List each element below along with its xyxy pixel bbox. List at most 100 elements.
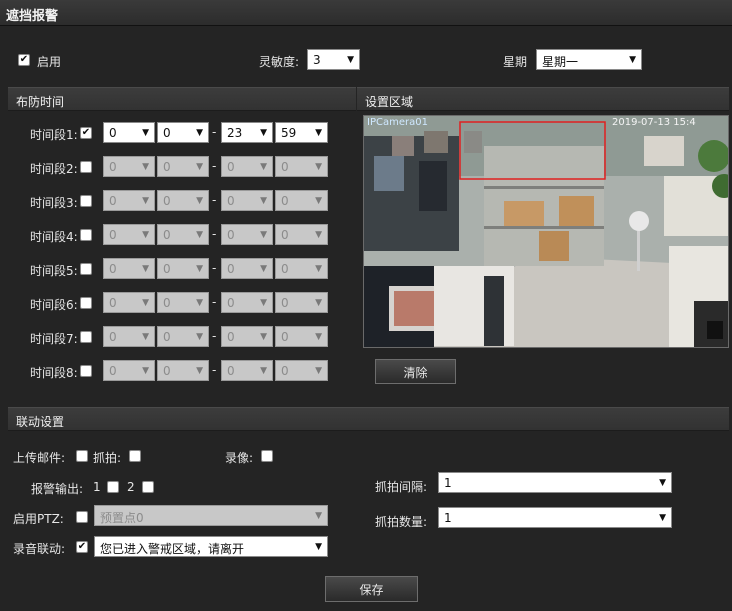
period-select-value: 0: [281, 228, 289, 242]
camera-timestamp-overlay: 2019-07-13 15:4: [612, 117, 696, 128]
period-start-hour-select[interactable]: 0 ▼: [103, 156, 155, 177]
enable-ptz-checkbox[interactable]: [76, 511, 88, 523]
period-start-minute-select[interactable]: 0 ▼: [157, 224, 209, 245]
period-start-minute-select[interactable]: 0 ▼: [157, 258, 209, 279]
period-end-hour-select[interactable]: 0 ▼: [221, 156, 273, 177]
chevron-down-icon: ▼: [260, 264, 267, 274]
period-select-value: 0: [227, 228, 235, 242]
period-start-hour-select[interactable]: 0 ▼: [103, 360, 155, 381]
chevron-down-icon: ▼: [659, 513, 666, 523]
period-start-hour-select[interactable]: 0 ▼: [103, 224, 155, 245]
period-label: 时间段5:: [30, 264, 78, 278]
period-start-minute-select[interactable]: 0 ▼: [157, 292, 209, 313]
period-end-hour-select[interactable]: 0 ▼: [221, 224, 273, 245]
schedule-section-title: 布防时间: [8, 87, 356, 111]
chevron-down-icon: ▼: [142, 196, 149, 206]
period-separator: -: [212, 363, 217, 377]
ptz-preset-select[interactable]: 预置点0 ▼: [94, 505, 328, 526]
chevron-down-icon: ▼: [629, 55, 636, 65]
period-checkbox[interactable]: [80, 229, 92, 241]
snap-interval-select[interactable]: 1 ▼: [438, 472, 672, 493]
chevron-down-icon: ▼: [142, 298, 149, 308]
alarm-output-1-checkbox[interactable]: [107, 481, 119, 493]
ptz-preset-value: 预置点0: [100, 511, 144, 525]
audio-message-select[interactable]: 您已进入警戒区域，请离开 ▼: [94, 536, 328, 557]
period-checkbox[interactable]: [80, 263, 92, 275]
record-label: 录像:: [225, 451, 254, 465]
period-label: 时间段7:: [30, 332, 78, 346]
snap-count-value: 1: [444, 511, 452, 525]
period-end-hour-select[interactable]: 0 ▼: [221, 326, 273, 347]
period-end-hour-select[interactable]: 0 ▼: [221, 190, 273, 211]
period-start-minute-select[interactable]: 0 ▼: [157, 326, 209, 347]
period-checkbox[interactable]: ✔: [80, 127, 92, 139]
chevron-down-icon: ▼: [260, 298, 267, 308]
weekday-select[interactable]: 星期一 ▼: [536, 49, 642, 70]
camera-preview[interactable]: IPCamera01 2019-07-13 15:4: [363, 115, 729, 348]
period-select-value: 0: [281, 194, 289, 208]
period-end-hour-select[interactable]: 0 ▼: [221, 292, 273, 313]
period-end-minute-select[interactable]: 0 ▼: [275, 326, 328, 347]
period-start-minute-select[interactable]: 0 ▼: [157, 190, 209, 211]
snapshot-checkbox[interactable]: [129, 450, 141, 462]
period-select-value: 0: [163, 228, 171, 242]
period-label: 时间段6:: [30, 298, 78, 312]
period-select-value: 0: [109, 228, 117, 242]
period-start-hour-select[interactable]: 0 ▼: [103, 122, 155, 143]
period-end-minute-select[interactable]: 0 ▼: [275, 156, 328, 177]
period-select-value: 0: [109, 160, 117, 174]
audio-linkage-checkbox[interactable]: ✔: [76, 541, 88, 553]
record-checkbox[interactable]: [261, 450, 273, 462]
snap-interval-value: 1: [444, 476, 452, 490]
chevron-down-icon: ▼: [260, 196, 267, 206]
save-button[interactable]: 保存: [325, 576, 418, 602]
region-section-title: 设置区域: [357, 87, 729, 111]
period-separator: -: [212, 125, 217, 139]
chevron-down-icon: ▼: [196, 230, 203, 240]
period-start-minute-select[interactable]: 0 ▼: [157, 156, 209, 177]
clear-button[interactable]: 清除: [375, 359, 456, 384]
chevron-down-icon: ▼: [142, 230, 149, 240]
period-end-hour-select[interactable]: 0 ▼: [221, 360, 273, 381]
chevron-down-icon: ▼: [315, 332, 322, 342]
chevron-down-icon: ▼: [315, 298, 322, 308]
period-separator: -: [212, 193, 217, 207]
period-start-hour-select[interactable]: 0 ▼: [103, 326, 155, 347]
period-select-value: 0: [281, 296, 289, 310]
snap-count-select[interactable]: 1 ▼: [438, 507, 672, 528]
period-start-minute-select[interactable]: 0 ▼: [157, 360, 209, 381]
period-start-hour-select[interactable]: 0 ▼: [103, 292, 155, 313]
period-end-minute-select[interactable]: 0 ▼: [275, 292, 328, 313]
alarm-output-2-label: 2: [127, 480, 135, 494]
period-select-value: 0: [281, 330, 289, 344]
alarm-output-2-checkbox[interactable]: [142, 481, 154, 493]
period-select-value: 0: [227, 364, 235, 378]
snap-interval-label: 抓拍间隔:: [375, 480, 428, 494]
period-end-minute-select[interactable]: 0 ▼: [275, 258, 328, 279]
chevron-down-icon: ▼: [196, 128, 203, 138]
period-end-minute-select[interactable]: 0 ▼: [275, 190, 328, 211]
period-select-value: 0: [109, 330, 117, 344]
period-checkbox[interactable]: [80, 297, 92, 309]
period-checkbox[interactable]: [80, 331, 92, 343]
enable-checkbox[interactable]: ✔: [18, 54, 30, 66]
period-end-minute-select[interactable]: 59 ▼: [275, 122, 328, 143]
period-checkbox[interactable]: [80, 161, 92, 173]
weekday-label: 星期: [503, 55, 528, 69]
upload-email-checkbox[interactable]: [76, 450, 88, 462]
period-end-hour-select[interactable]: 23 ▼: [221, 122, 273, 143]
chevron-down-icon: ▼: [196, 332, 203, 342]
period-checkbox[interactable]: [80, 365, 92, 377]
period-checkbox[interactable]: [80, 195, 92, 207]
sensitivity-select[interactable]: 3 ▼: [307, 49, 360, 70]
period-start-hour-select[interactable]: 0 ▼: [103, 258, 155, 279]
period-end-minute-select[interactable]: 0 ▼: [275, 360, 328, 381]
alarm-output-1-label: 1: [93, 480, 101, 494]
chevron-down-icon: ▼: [196, 298, 203, 308]
period-start-minute-select[interactable]: 0 ▼: [157, 122, 209, 143]
period-end-minute-select[interactable]: 0 ▼: [275, 224, 328, 245]
chevron-down-icon: ▼: [196, 366, 203, 376]
period-start-hour-select[interactable]: 0 ▼: [103, 190, 155, 211]
period-end-hour-select[interactable]: 0 ▼: [221, 258, 273, 279]
chevron-down-icon: ▼: [142, 162, 149, 172]
